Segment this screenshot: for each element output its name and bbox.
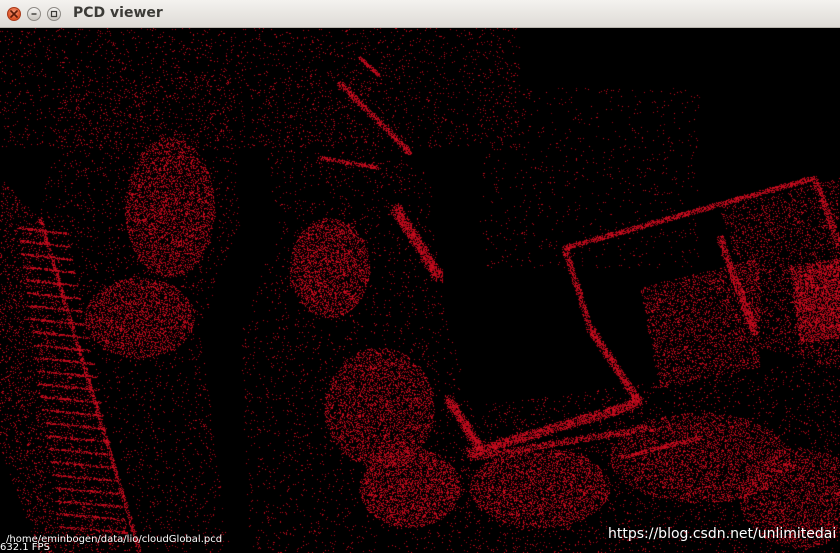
point-cloud-viewport[interactable]: https://blog.csdn.net/unlimitedai /home/…	[0, 28, 840, 553]
point-cloud-render[interactable]	[0, 28, 840, 553]
minimize-button[interactable]	[27, 7, 41, 21]
window-title: PCD viewer	[73, 5, 163, 21]
close-button[interactable]	[7, 7, 21, 21]
title-bar[interactable]: PCD viewer	[0, 0, 840, 28]
close-icon	[10, 10, 18, 18]
minimize-icon	[31, 13, 37, 15]
watermark-text: https://blog.csdn.net/unlimitedai	[608, 526, 837, 542]
pcd-viewer-window: PCD viewer https://blog.csdn.net/unlimit…	[0, 0, 840, 553]
fps-counter: 632.1 FPS	[0, 542, 50, 553]
maximize-button[interactable]	[47, 7, 61, 21]
maximize-icon	[50, 10, 58, 18]
